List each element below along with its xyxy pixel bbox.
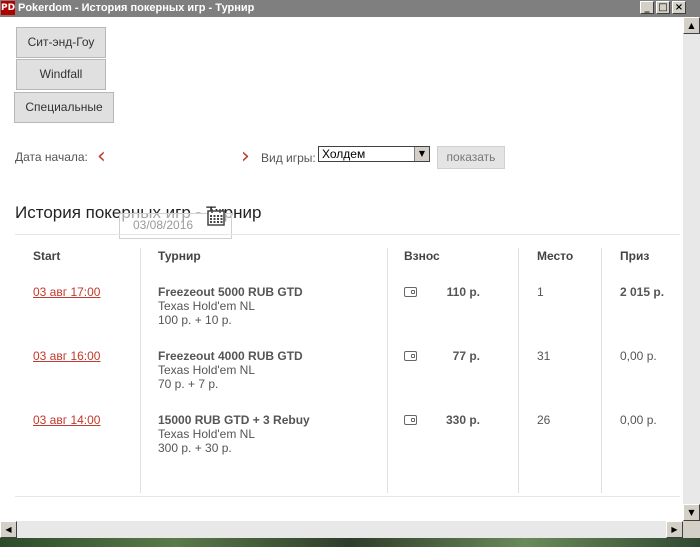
- prize-value: 0,00 р.: [620, 413, 657, 427]
- header-prize: Приз: [620, 249, 650, 263]
- close-button[interactable]: ×: [672, 1, 686, 14]
- tournament-game: Texas Hold'em NL: [158, 363, 255, 377]
- place-value: 26: [537, 413, 551, 427]
- window-titlebar[interactable]: PD Pokerdom - История покерных игр - Тур…: [0, 0, 700, 17]
- history-page: Сит-энд-Гоу Windfall Специальные Дата на…: [0, 17, 683, 521]
- header-place: Место: [537, 249, 574, 263]
- chevron-right-icon[interactable]: ›: [241, 146, 250, 168]
- scroll-left-icon[interactable]: ◀: [0, 521, 17, 538]
- header-fee: Взнос: [404, 249, 440, 263]
- game-type-value: Холдем: [322, 147, 366, 161]
- column-divider: [387, 248, 388, 493]
- game-type-label: Вид игры:: [261, 151, 316, 165]
- pokerdom-logo-icon: PD: [1, 1, 16, 15]
- place-value: 31: [537, 349, 551, 363]
- tournament-buyin: 300 р. + 30 р.: [158, 441, 232, 455]
- table-top-divider: [15, 234, 680, 235]
- wallet-icon: [404, 415, 417, 425]
- scroll-right-icon[interactable]: ▶: [666, 521, 683, 538]
- prize-value: 2 015 р.: [620, 285, 665, 299]
- prize-value: 0,00 р.: [620, 349, 657, 363]
- fee-value: 330 р.: [445, 413, 480, 427]
- tournament-game: Texas Hold'em NL: [158, 427, 255, 441]
- fee-value: 110 р.: [446, 285, 480, 299]
- wallet-icon: [404, 287, 417, 297]
- vertical-scrollbar[interactable]: ▲ ▼: [683, 17, 700, 521]
- column-divider: [601, 248, 602, 493]
- tab-special[interactable]: Специальные: [14, 92, 114, 123]
- chevron-down-icon[interactable]: ▼: [414, 147, 429, 161]
- tournament-buyin: 100 р. + 10 р.: [158, 313, 232, 327]
- fee-value: 77 р.: [452, 349, 480, 363]
- start-date-label: Дата начала:: [15, 150, 88, 164]
- header-tournament: Турнир: [158, 249, 201, 263]
- table-bottom-divider: [15, 496, 680, 497]
- tournament-name: Freezeout 5000 RUB GTD: [158, 285, 303, 299]
- scroll-up-icon[interactable]: ▲: [683, 17, 700, 34]
- tab-windfall[interactable]: Windfall: [16, 59, 106, 90]
- place-value: 1: [537, 285, 544, 299]
- wallet-icon: [404, 351, 417, 361]
- tournament-game: Texas Hold'em NL: [158, 299, 255, 313]
- row-start-link[interactable]: 03 авг 14:00: [33, 413, 100, 427]
- row-start-link[interactable]: 03 авг 17:00: [33, 285, 100, 299]
- column-divider: [140, 248, 141, 493]
- header-start: Start: [33, 249, 61, 263]
- tournament-name: Freezeout 4000 RUB GTD: [158, 349, 303, 363]
- calendar-icon[interactable]: [206, 207, 226, 227]
- game-type-select[interactable]: Холдем ▼: [318, 146, 430, 162]
- horizontal-scrollbar[interactable]: ◀ ▶: [0, 521, 683, 538]
- column-divider: [518, 248, 519, 493]
- show-button[interactable]: показать: [437, 146, 505, 169]
- minimize-button[interactable]: _: [640, 1, 654, 14]
- row-start-link[interactable]: 03 авг 16:00: [33, 349, 100, 363]
- date-value: 03/08/2016: [133, 218, 194, 232]
- tournament-buyin: 70 р. + 7 р.: [158, 377, 219, 391]
- tab-sit-and-go[interactable]: Сит-энд-Гоу: [16, 27, 106, 58]
- scrollbar-corner: [683, 521, 700, 538]
- window-title: Pokerdom - История покерных игр - Турнир: [18, 2, 255, 14]
- maximize-button[interactable]: □: [656, 1, 670, 14]
- desktop-background: [0, 538, 700, 547]
- tournament-name: 15000 RUB GTD + 3 Rebuy: [158, 413, 310, 427]
- scroll-down-icon[interactable]: ▼: [683, 504, 700, 521]
- chevron-left-icon[interactable]: ‹: [97, 146, 106, 168]
